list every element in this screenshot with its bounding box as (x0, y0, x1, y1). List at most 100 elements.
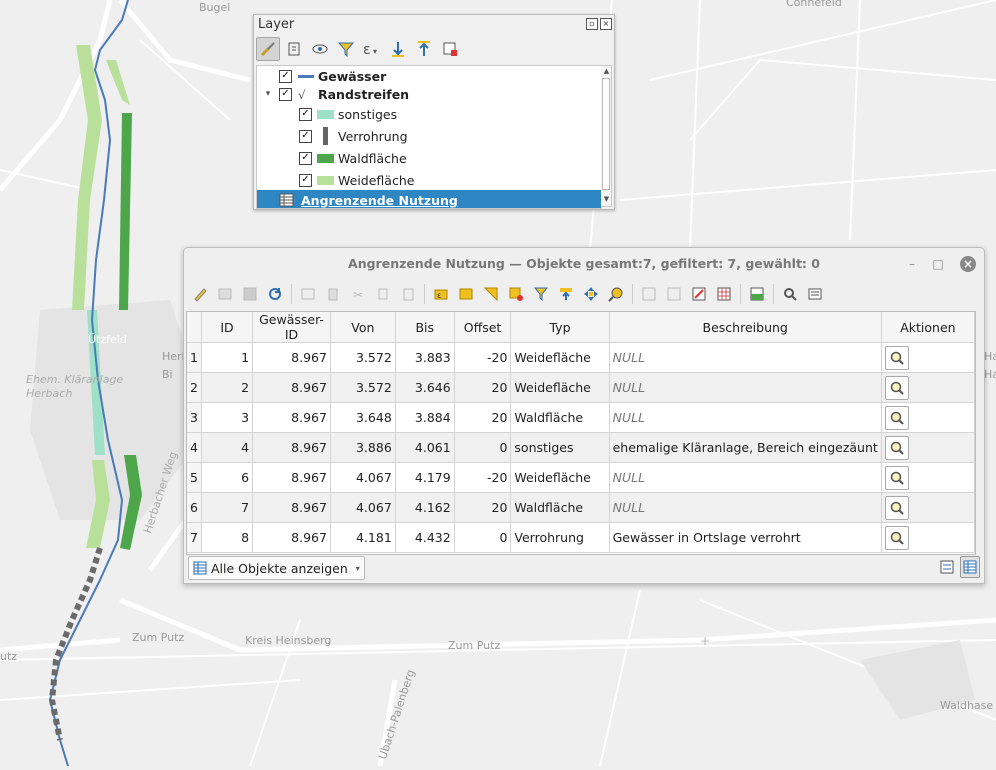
chevron-down-icon[interactable]: ▾ (257, 89, 279, 99)
cell-typ[interactable]: Waldfläche (510, 492, 610, 523)
cell-id[interactable]: 4 (201, 432, 254, 463)
column-header-typ[interactable]: Typ (510, 312, 610, 343)
copy-icon[interactable] (371, 282, 395, 306)
cell-von[interactable]: 4.181 (330, 522, 396, 553)
cell-offset[interactable]: 20 (454, 402, 512, 433)
layer-checkbox[interactable]: ✓ (279, 87, 292, 101)
cell-von[interactable]: 4.067 (330, 492, 396, 523)
cell-typ[interactable]: Weidefläche (510, 372, 610, 403)
add-feature-icon[interactable] (296, 282, 320, 306)
cell-von[interactable]: 3.572 (330, 372, 396, 403)
style-brush-icon[interactable] (256, 37, 280, 61)
form-view-toggle-icon[interactable] (937, 556, 957, 578)
cell-gewaesser-id[interactable]: 8.967 (252, 342, 331, 373)
zoom-to-feature-icon[interactable] (884, 405, 909, 430)
cell-beschreibung[interactable]: Gewässer in Ortslage verrohrt (609, 522, 882, 553)
layer-checkbox[interactable]: ✓ (299, 107, 312, 121)
pan-to-selection-icon[interactable] (579, 282, 603, 306)
cell-gewaesser-id[interactable]: 8.967 (252, 462, 331, 493)
cell-offset[interactable]: 0 (454, 522, 512, 553)
column-header-aktionen[interactable]: Aktionen (881, 312, 975, 343)
table-row[interactable]: 5 6 8.967 4.067 4.179 -20 Weidefläche NU… (187, 462, 975, 493)
layer-checkbox[interactable]: ✓ (299, 173, 312, 187)
row-header[interactable]: 5 (187, 462, 202, 493)
minimize-icon[interactable]: – (904, 256, 920, 272)
cell-beschreibung[interactable]: NULL (609, 342, 882, 373)
cell-typ[interactable]: Waldfläche (510, 402, 610, 433)
table-row[interactable]: 7 8 8.967 4.181 4.432 0 Verrohrung Gewäs… (187, 522, 975, 553)
float-icon[interactable]: ▫ (586, 18, 598, 30)
table-row[interactable]: 1 1 8.967 3.572 3.883 -20 Weidefläche NU… (187, 342, 975, 373)
column-header-von[interactable]: Von (330, 312, 396, 343)
cell-id[interactable]: 7 (201, 492, 254, 523)
new-field-icon[interactable] (637, 282, 661, 306)
scroll-thumb[interactable] (602, 78, 610, 190)
cell-gewaesser-id[interactable]: 8.967 (252, 402, 331, 433)
cell-bis[interactable]: 4.162 (395, 492, 455, 523)
row-header[interactable]: 2 (187, 372, 202, 403)
corner-cell[interactable] (187, 312, 202, 343)
zoom-to-feature-icon[interactable] (884, 525, 909, 550)
expression-filter-icon[interactable]: ε ▾ (360, 37, 384, 61)
feature-filter-dropdown[interactable]: Alle Objekte anzeigen ▾ (188, 556, 365, 580)
row-header[interactable]: 6 (187, 492, 202, 523)
table-row[interactable]: 3 3 8.967 3.648 3.884 20 Waldfläche NULL (187, 402, 975, 433)
actions-icon[interactable] (778, 282, 802, 306)
cell-offset[interactable]: 0 (454, 432, 512, 463)
cell-bis[interactable]: 3.884 (395, 402, 455, 433)
scroll-up-icon[interactable]: ▲ (602, 67, 611, 77)
table-view-toggle-icon[interactable] (960, 556, 980, 578)
collapse-all-icon[interactable] (412, 37, 436, 61)
column-header-offset[interactable]: Offset (454, 312, 512, 343)
close-icon[interactable]: × (600, 18, 612, 30)
zoom-to-selection-icon[interactable] (604, 282, 628, 306)
table-row[interactable]: 4 4 8.967 3.886 4.061 0 sonstiges ehemal… (187, 432, 975, 463)
select-all-icon[interactable] (454, 282, 478, 306)
cell-id[interactable]: 8 (201, 522, 254, 553)
field-calculator-icon[interactable] (687, 282, 711, 306)
filter-icon[interactable] (334, 37, 358, 61)
paste-icon[interactable] (396, 282, 420, 306)
row-header[interactable]: 4 (187, 432, 202, 463)
layer-item-angrenzende-nutzung[interactable]: Angrenzende Nutzung (257, 190, 601, 208)
table-row[interactable]: 2 2 8.967 3.572 3.646 20 Weidefläche NUL… (187, 372, 975, 403)
deselect-icon[interactable] (504, 282, 528, 306)
layer-checkbox[interactable]: ✓ (299, 151, 312, 165)
cell-typ[interactable]: Verrohrung (510, 522, 610, 553)
filter-icon[interactable] (529, 282, 553, 306)
cell-gewaesser-id[interactable]: 8.967 (252, 522, 331, 553)
expand-all-icon[interactable] (386, 37, 410, 61)
add-group-icon[interactable] (282, 37, 306, 61)
cut-icon[interactable]: ✂ (346, 282, 370, 306)
toggle-edit-icon[interactable] (188, 282, 212, 306)
cell-id[interactable]: 6 (201, 462, 254, 493)
cell-bis[interactable]: 3.883 (395, 342, 455, 373)
move-selection-top-icon[interactable] (554, 282, 578, 306)
column-header-gewaesser-id[interactable]: Gewässer-ID (252, 312, 331, 343)
column-header-bis[interactable]: Bis (395, 312, 455, 343)
cell-typ[interactable]: Weidefläche (510, 342, 610, 373)
cell-von[interactable]: 3.648 (330, 402, 396, 433)
table-row[interactable]: 6 7 8.967 4.067 4.162 20 Waldfläche NULL (187, 492, 975, 523)
cell-id[interactable]: 2 (201, 372, 254, 403)
layer-checkbox[interactable]: ✓ (299, 129, 312, 143)
column-header-beschreibung[interactable]: Beschreibung (609, 312, 882, 343)
layer-item-gewaesser[interactable]: ✓ Gewässer (257, 66, 601, 86)
multi-edit-icon[interactable] (213, 282, 237, 306)
row-header[interactable]: 7 (187, 522, 202, 553)
cell-beschreibung[interactable]: NULL (609, 402, 882, 433)
cell-von[interactable]: 3.886 (330, 432, 396, 463)
zoom-to-feature-icon[interactable] (884, 465, 909, 490)
row-header[interactable]: 1 (187, 342, 202, 373)
scroll-down-icon[interactable]: ▼ (602, 195, 611, 205)
save-icon[interactable] (238, 282, 262, 306)
cell-id[interactable]: 3 (201, 402, 254, 433)
cell-bis[interactable]: 3.646 (395, 372, 455, 403)
cell-gewaesser-id[interactable]: 8.967 (252, 432, 331, 463)
maximize-icon[interactable]: □ (930, 256, 946, 272)
zoom-to-feature-icon[interactable] (884, 495, 909, 520)
select-expression-icon[interactable]: ε (429, 282, 453, 306)
delete-field-icon[interactable] (662, 282, 686, 306)
column-header-id[interactable]: ID (201, 312, 254, 343)
cell-offset[interactable]: -20 (454, 342, 512, 373)
